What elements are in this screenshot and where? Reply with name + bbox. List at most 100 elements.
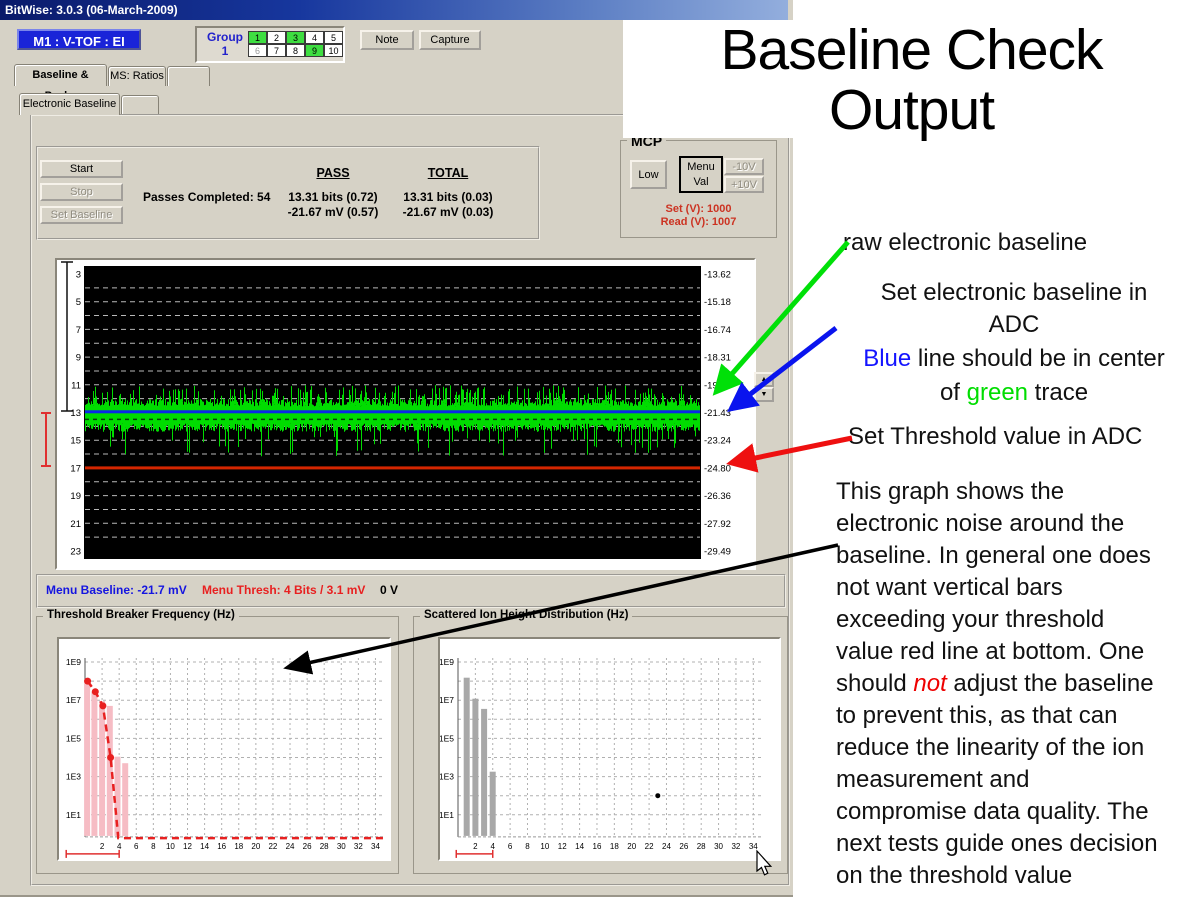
svg-text:28: 28 xyxy=(697,842,706,851)
total-mv: -21.67 mV (0.03) xyxy=(378,205,518,219)
svg-text:17: 17 xyxy=(70,463,81,474)
svg-text:24: 24 xyxy=(662,842,671,851)
note-button[interactable]: Note xyxy=(360,30,414,50)
group-panel: Group1 12345 678910 xyxy=(195,26,345,63)
baseline-scope-chart: 357911131517192123-13.62-15.18-16.74-18.… xyxy=(57,260,754,568)
svg-text:2: 2 xyxy=(100,842,105,851)
svg-text:14: 14 xyxy=(200,842,209,851)
svg-text:6: 6 xyxy=(134,842,139,851)
annotation-blue-line-2: of green trace xyxy=(828,379,1200,407)
mcp-menu-val-button[interactable]: Menu Val xyxy=(679,156,723,193)
svg-text:20: 20 xyxy=(627,842,636,851)
svg-text:-18.31: -18.31 xyxy=(704,353,731,364)
total-bits: 13.31 bits (0.03) xyxy=(378,190,518,204)
svg-text:32: 32 xyxy=(731,842,740,851)
svg-text:12: 12 xyxy=(558,842,567,851)
annotation-set-threshold: Set Threshold value in ADC xyxy=(848,423,1142,451)
subtab-blank[interactable] xyxy=(121,95,159,115)
set-baseline-button[interactable]: Set Baseline xyxy=(40,206,123,224)
annotation-set-baseline-1: Set electronic baseline in xyxy=(828,279,1200,307)
svg-text:4: 4 xyxy=(491,842,496,851)
start-button[interactable]: Start xyxy=(40,160,123,178)
menu-baseline-value: Menu Baseline: -21.7 mV xyxy=(46,583,187,597)
mcp-plus10-button[interactable]: +10V xyxy=(724,176,764,193)
svg-text:1E9: 1E9 xyxy=(66,657,81,667)
svg-text:21: 21 xyxy=(70,519,81,530)
svg-text:15: 15 xyxy=(70,436,81,447)
svg-text:14: 14 xyxy=(575,842,584,851)
svg-text:-19.87: -19.87 xyxy=(704,380,731,391)
stop-button[interactable]: Stop xyxy=(40,183,123,201)
group-cell-2[interactable]: 2 xyxy=(267,31,286,44)
pass-header: PASS xyxy=(293,166,373,180)
svg-text:7: 7 xyxy=(76,325,81,336)
svg-text:11: 11 xyxy=(71,380,81,391)
tab-ms-ratios[interactable]: MS: Ratios xyxy=(108,66,166,86)
group-cell-6[interactable]: 6 xyxy=(248,44,267,57)
scattered-ion-group: Scattered Ion Height Distribution (Hz) 2… xyxy=(413,616,788,874)
scope-scroll-up-button[interactable]: ▲ xyxy=(754,372,774,387)
total-header: TOTAL xyxy=(408,166,488,180)
group-cell-3[interactable]: 3 xyxy=(286,31,305,44)
svg-text:23: 23 xyxy=(70,547,81,558)
group-cell-8[interactable]: 8 xyxy=(286,44,305,57)
svg-text:20: 20 xyxy=(251,842,260,851)
svg-text:-23.24: -23.24 xyxy=(704,436,731,447)
svg-text:9: 9 xyxy=(76,353,81,364)
mcp-set-voltage: Set (V): 1000 xyxy=(622,203,775,215)
svg-text:1E5: 1E5 xyxy=(66,733,81,743)
mcp-minus10-button[interactable]: -10V xyxy=(724,158,764,175)
capture-button[interactable]: Capture xyxy=(419,30,481,50)
window-titlebar[interactable]: BitWise: 3.0.3 (06-March-2009) xyxy=(0,0,788,20)
tab-blank[interactable] xyxy=(167,66,210,86)
threshold-breaker-group: Threshold Breaker Frequency (Hz) 2468101… xyxy=(36,616,399,874)
scattered-ion-title: Scattered Ion Height Distribution (Hz) xyxy=(420,609,632,621)
group-cell-1[interactable]: 1 xyxy=(248,31,267,44)
svg-text:-29.49: -29.49 xyxy=(704,547,731,558)
baseline-scope-panel: 357911131517192123-13.62-15.18-16.74-18.… xyxy=(55,258,756,570)
svg-text:10: 10 xyxy=(540,842,549,851)
group-cell-9[interactable]: 9 xyxy=(305,44,324,57)
group-label: Group1 xyxy=(203,30,247,58)
svg-text:-13.62: -13.62 xyxy=(704,270,731,281)
threshold-breaker-chart: 2468101214161820222426283032341E91E71E51… xyxy=(59,639,389,859)
svg-text:10: 10 xyxy=(166,842,175,851)
svg-text:5: 5 xyxy=(76,297,81,308)
group-cell-7[interactable]: 7 xyxy=(267,44,286,57)
svg-text:-15.18: -15.18 xyxy=(704,297,731,308)
svg-text:-26.36: -26.36 xyxy=(704,491,731,502)
mcp-low-button[interactable]: Low xyxy=(630,160,667,189)
svg-text:1E5: 1E5 xyxy=(440,733,454,743)
svg-text:1E3: 1E3 xyxy=(66,772,81,782)
svg-text:18: 18 xyxy=(234,842,243,851)
passes-completed: Passes Completed: 54 xyxy=(143,190,270,204)
svg-text:1E3: 1E3 xyxy=(440,772,454,782)
volts-value: 0 V xyxy=(380,583,398,597)
svg-text:1E1: 1E1 xyxy=(66,810,81,820)
slide-title-line2: Output xyxy=(623,80,1200,140)
svg-text:30: 30 xyxy=(337,842,346,851)
svg-text:26: 26 xyxy=(679,842,688,851)
svg-text:1E7: 1E7 xyxy=(440,695,454,705)
scope-scroll-down-button[interactable]: ▼ xyxy=(754,387,774,402)
svg-text:30: 30 xyxy=(714,842,723,851)
group-cell-10[interactable]: 10 xyxy=(324,44,343,57)
slide-title-box: Baseline Check Output xyxy=(623,20,1200,138)
annotation-set-baseline-2: ADC xyxy=(828,311,1200,339)
svg-text:8: 8 xyxy=(151,842,156,851)
svg-text:-16.74: -16.74 xyxy=(704,325,731,336)
group-cell-4[interactable]: 4 xyxy=(305,31,324,44)
svg-text:4: 4 xyxy=(117,842,122,851)
group-cell-5[interactable]: 5 xyxy=(324,31,343,44)
svg-text:18: 18 xyxy=(610,842,619,851)
mcp-read-voltage: Read (V): 1007 xyxy=(622,216,775,228)
svg-text:1E7: 1E7 xyxy=(66,695,81,705)
instrument-mode-button[interactable]: M1 : V-TOF : EI xyxy=(17,29,141,50)
svg-text:22: 22 xyxy=(645,842,654,851)
window-title: BitWise: 3.0.3 (06-March-2009) xyxy=(5,3,178,17)
tab-baseline-peaks[interactable]: Baseline & Peaks xyxy=(14,64,107,86)
annotation-paragraph: This graph shows theelectronic noise aro… xyxy=(836,476,1200,892)
subtab-electronic-baseline[interactable]: Electronic Baseline xyxy=(19,93,120,115)
svg-text:-27.92: -27.92 xyxy=(704,519,731,530)
svg-text:16: 16 xyxy=(217,842,226,851)
